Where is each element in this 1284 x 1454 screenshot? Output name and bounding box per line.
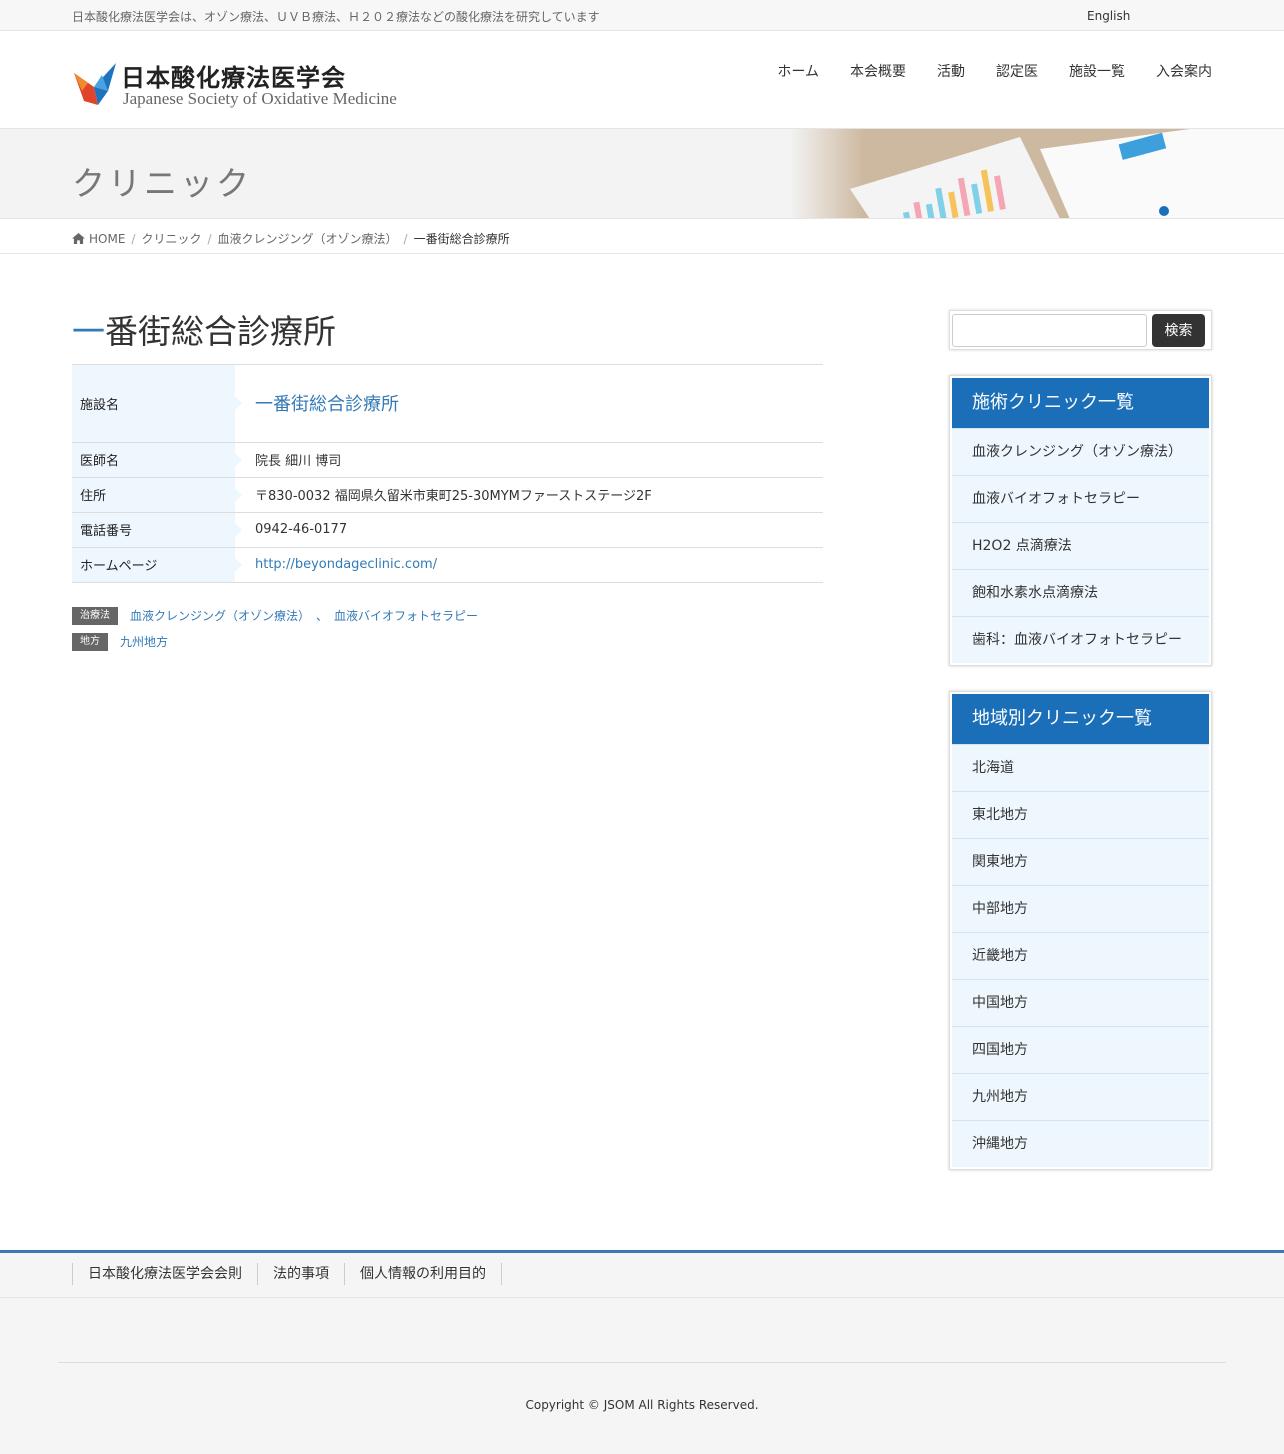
phone-label: 電話番号 bbox=[72, 512, 242, 548]
breadcrumb: HOME / クリニック / 血液クレンジング（オゾン療法） / 一番街総合診療… bbox=[0, 219, 1284, 254]
nav-home[interactable]: ホーム bbox=[777, 63, 819, 81]
site-footer: Copyright © JSOM All Rights Reserved. bbox=[0, 1298, 1284, 1454]
logo-english-text: Japanese Society of Oxidative Medicine bbox=[123, 89, 397, 108]
page-title-banner: クリニック bbox=[0, 129, 1284, 219]
nav-certified-doctors[interactable]: 認定医 bbox=[996, 63, 1038, 81]
butterfly-logo-icon bbox=[74, 63, 116, 105]
home-icon bbox=[72, 233, 85, 244]
address-label: 住所 bbox=[72, 477, 242, 513]
footer-link-bylaws[interactable]: 日本酸化療法医学会会則 bbox=[72, 1263, 257, 1285]
footer-nav: 日本酸化療法医学会会則 法的事項 個人情報の利用目的 bbox=[0, 1250, 1284, 1298]
taxonomy-separator: 、 bbox=[316, 609, 329, 623]
homepage-label: ホームページ bbox=[72, 547, 242, 583]
entry-title: 一番街総合診療所 bbox=[72, 310, 823, 365]
page-title: クリニック bbox=[72, 164, 252, 203]
table-row: 施設名 一番街総合診療所 bbox=[72, 365, 823, 443]
facility-name-label: 施設名 bbox=[72, 365, 242, 443]
breadcrumb-separator: / bbox=[131, 231, 136, 246]
sidebar-item-h2o2[interactable]: H2O2 点滴療法 bbox=[952, 522, 1209, 569]
site-logo[interactable]: 日本酸化療法医学会 Japanese Society of Oxidative … bbox=[72, 55, 417, 113]
entry-title-rest: 番街総合診療所 bbox=[105, 312, 336, 351]
sidebar-item-okinawa[interactable]: 沖縄地方 bbox=[952, 1120, 1209, 1167]
sidebar-item-dental-biophoto[interactable]: 歯科：血液バイオフォトセラピー bbox=[952, 616, 1209, 663]
taxonomy-list: 治療法 血液クレンジング（オゾン療法） 、 血液バイオフォトセラピー 地方 九州… bbox=[72, 606, 823, 652]
footer-divider bbox=[58, 1362, 1226, 1363]
sidebar-item-tohoku[interactable]: 東北地方 bbox=[952, 791, 1209, 838]
therapy-taxonomy-row: 治療法 血液クレンジング（オゾン療法） 、 血液バイオフォトセラピー bbox=[72, 606, 823, 626]
global-nav: ホーム 本会概要 活動 認定医 施設一覧 入会案内 bbox=[746, 63, 1212, 81]
sidebar-item-shikoku[interactable]: 四国地方 bbox=[952, 1026, 1209, 1073]
sidebar-item-kinki[interactable]: 近畿地方 bbox=[952, 932, 1209, 979]
region-taxonomy-row: 地方 九州地方 bbox=[72, 632, 823, 652]
region-clinic-widget: 地域別クリニック一覧 北海道 東北地方 関東地方 中部地方 近畿地方 中国地方 … bbox=[949, 691, 1212, 1170]
nav-membership[interactable]: 入会案内 bbox=[1156, 63, 1212, 81]
sidebar-item-blood-biophoto[interactable]: 血液バイオフォトセラピー bbox=[952, 475, 1209, 522]
sidebar-item-hydrogen-water[interactable]: 飽和水素水点滴療法 bbox=[952, 569, 1209, 616]
breadcrumb-current: 一番街総合診療所 bbox=[413, 232, 510, 246]
site-description: 日本酸化療法医学会は、オゾン療法、ＵＶＢ療法、Ｈ２０２療法などの酸化療法を研究し… bbox=[72, 10, 600, 24]
entry-title-first-char: 一 bbox=[72, 312, 105, 351]
banner-chart-photo bbox=[790, 129, 1284, 218]
table-row: 住所 〒830-0032 福岡県久留米市東町25-30MYMファーストステージ2… bbox=[72, 477, 823, 513]
footer-link-legal[interactable]: 法的事項 bbox=[257, 1263, 344, 1285]
phone-value: 0942-46-0177 bbox=[235, 512, 823, 548]
site-header: 日本酸化療法医学会 Japanese Society of Oxidative … bbox=[0, 31, 1284, 129]
english-link[interactable]: English bbox=[1087, 9, 1130, 23]
search-widget: 検索 bbox=[949, 310, 1212, 350]
therapy-link-blood-cleansing[interactable]: 血液クレンジング（オゾン療法） bbox=[130, 607, 310, 624]
region-label-badge: 地方 bbox=[72, 632, 108, 651]
nav-activities[interactable]: 活動 bbox=[937, 63, 965, 81]
breadcrumb-home[interactable]: HOME bbox=[89, 232, 125, 246]
sidebar-item-chubu[interactable]: 中部地方 bbox=[952, 885, 1209, 932]
homepage-link[interactable]: http://beyondageclinic.com/ bbox=[255, 557, 437, 572]
table-row: 医師名 院長 細川 博司 bbox=[72, 442, 823, 478]
doctor-name-value: 院長 細川 博司 bbox=[235, 442, 823, 478]
breadcrumb-separator: / bbox=[207, 231, 212, 246]
sidebar-item-kyushu[interactable]: 九州地方 bbox=[952, 1073, 1209, 1120]
search-button[interactable]: 検索 bbox=[1152, 313, 1205, 347]
therapy-label-badge: 治療法 bbox=[72, 606, 118, 625]
logo-japanese-text: 日本酸化療法医学会 bbox=[121, 63, 346, 92]
nav-about[interactable]: 本会概要 bbox=[850, 63, 906, 81]
doctor-name-label: 医師名 bbox=[72, 442, 242, 478]
top-bar: 日本酸化療法医学会は、オゾン療法、ＵＶＢ療法、Ｈ２０２療法などの酸化療法を研究し… bbox=[0, 0, 1284, 31]
table-row: 電話番号 0942-46-0177 bbox=[72, 512, 823, 548]
breadcrumb-blood-cleansing[interactable]: 血液クレンジング（オゾン療法） bbox=[218, 230, 398, 247]
breadcrumb-clinic[interactable]: クリニック bbox=[141, 230, 201, 247]
sidebar-item-blood-cleansing[interactable]: 血液クレンジング（オゾン療法） bbox=[952, 428, 1209, 475]
main-content: 一番街総合診療所 施設名 一番街総合診療所 医師名 院長 細川 博司 住所 〒8… bbox=[72, 310, 823, 658]
sidebar-item-hokkaido[interactable]: 北海道 bbox=[952, 744, 1209, 791]
address-value: 〒830-0032 福岡県久留米市東町25-30MYMファーストステージ2F bbox=[235, 477, 823, 513]
footer-link-privacy[interactable]: 個人情報の利用目的 bbox=[344, 1263, 502, 1285]
sidebar-item-kanto[interactable]: 関東地方 bbox=[952, 838, 1209, 885]
sidebar: 検索 施術クリニック一覧 血液クレンジング（オゾン療法） 血液バイオフォトセラピ… bbox=[949, 310, 1212, 1170]
region-widget-title: 地域別クリニック一覧 bbox=[952, 694, 1209, 744]
treatment-widget-title: 施術クリニック一覧 bbox=[952, 378, 1209, 428]
treatment-clinic-widget: 施術クリニック一覧 血液クレンジング（オゾン療法） 血液バイオフォトセラピー H… bbox=[949, 375, 1212, 666]
clinic-info-table: 施設名 一番街総合診療所 医師名 院長 細川 博司 住所 〒830-0032 福… bbox=[72, 365, 823, 583]
table-row: ホームページ http://beyondageclinic.com/ bbox=[72, 547, 823, 583]
sidebar-item-chugoku[interactable]: 中国地方 bbox=[952, 979, 1209, 1026]
nav-facility-list[interactable]: 施設一覧 bbox=[1069, 63, 1125, 81]
copyright: Copyright © JSOM All Rights Reserved. bbox=[525, 1398, 759, 1412]
therapy-link-biophoto[interactable]: 血液バイオフォトセラピー bbox=[334, 607, 478, 624]
region-link-kyushu[interactable]: 九州地方 bbox=[120, 633, 168, 650]
search-input[interactable] bbox=[952, 313, 1147, 347]
facility-name-value: 一番街総合診療所 bbox=[255, 394, 399, 416]
breadcrumb-separator: / bbox=[403, 231, 408, 246]
